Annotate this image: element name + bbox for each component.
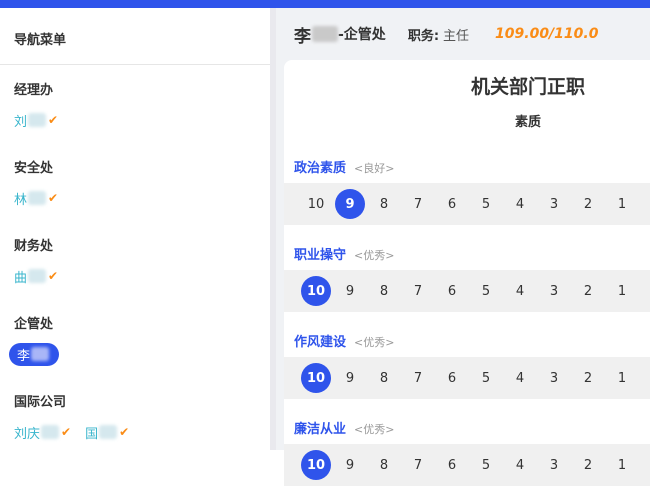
score-option[interactable]: 4 (503, 450, 537, 480)
score-option[interactable]: 3 (537, 450, 571, 480)
card-title: 机关部门正职 (470, 76, 585, 98)
score-option[interactable]: 7 (401, 189, 435, 219)
dept-group: 国际公司 刘庆 ✔ 国 ✔ (0, 391, 270, 443)
score-option[interactable]: 7 (401, 276, 435, 306)
score-option[interactable]: 7 (401, 363, 435, 393)
score-option[interactable]: 2 (571, 276, 605, 306)
redacted-name (41, 425, 60, 439)
criterion-name: 作风建设 (294, 335, 347, 350)
score-option[interactable]: 8 (367, 276, 401, 306)
dept-group: 企管处 李 (0, 313, 270, 366)
criterion-grade: <优秀> (354, 423, 395, 436)
evaluee-dept: -企管处 (338, 27, 386, 43)
total-score: 109.00/110.0 (495, 26, 599, 42)
check-icon: ✔ (48, 113, 59, 127)
score-option[interactable]: 5 (469, 276, 503, 306)
score-option[interactable]: 10 (299, 189, 333, 219)
role-value: 主任 (443, 28, 470, 44)
score-option[interactable]: 2 (571, 189, 605, 219)
score-option[interactable]: 6 (435, 450, 469, 480)
score-scale: 10 9 8 7 6 5 4 3 2 1 (284, 444, 650, 486)
dept-label: 安全处 (14, 161, 54, 176)
evaluation-card: 机关部门正职 素质 政治素质 <良好> 10 9 8 7 6 5 4 3 2 1 职业操守 <优秀> 10 9… (284, 60, 650, 486)
criterion-name: 职业操守 (294, 248, 347, 263)
score-option[interactable]: 8 (367, 363, 401, 393)
score-option[interactable]: 4 (503, 276, 537, 306)
check-icon: ✔ (48, 191, 59, 205)
dept-group: 安全处 林 ✔ (0, 157, 270, 209)
evaluee-name: 李 (294, 22, 338, 47)
score-option[interactable]: 1 (605, 276, 639, 306)
score-option[interactable]: 1 (605, 450, 639, 480)
card-subtitle: 素质 (514, 115, 541, 130)
evaluee-header: 李 -企管处 职务: 主任 109.00/110.0 (276, 8, 650, 60)
role-label: 职务: (407, 28, 440, 44)
score-option[interactable]: 1 (605, 189, 639, 219)
person-link[interactable]: 林 ✔ (14, 189, 58, 208)
redacted-name (99, 425, 118, 439)
dept-label: 国际公司 (14, 395, 67, 410)
score-option[interactable]: 2 (571, 363, 605, 393)
score-scale: 10 9 8 7 6 5 4 3 2 1 (284, 183, 650, 225)
score-option-selected[interactable]: 10 (301, 363, 331, 393)
score-option[interactable]: 6 (435, 276, 469, 306)
main-panel: 李 -企管处 职务: 主任 109.00/110.0 机关部门正职 素质 政治素… (276, 8, 650, 486)
score-scale: 10 9 8 7 6 5 4 3 2 1 (284, 270, 650, 312)
criterion-row: 廉洁从业 <优秀> 10 9 8 7 6 5 4 3 2 1 (284, 418, 650, 486)
score-option[interactable]: 4 (503, 189, 537, 219)
dept-label: 经理办 (14, 83, 54, 98)
criterion-name: 廉洁从业 (294, 422, 347, 437)
score-option[interactable]: 5 (469, 450, 503, 480)
score-option[interactable]: 5 (469, 189, 503, 219)
dept-group: 财务处 曲 ✔ (0, 235, 270, 287)
sidebar-title: 导航菜单 (0, 8, 270, 65)
criterion-grade: <优秀> (354, 249, 395, 262)
criterion-row: 政治素质 <良好> 10 9 8 7 6 5 4 3 2 1 (284, 157, 650, 225)
redacted-name (28, 269, 47, 283)
score-option-selected[interactable]: 10 (301, 450, 331, 480)
score-option[interactable]: 3 (537, 363, 571, 393)
person-link-active[interactable]: 李 (9, 342, 60, 366)
person-link[interactable]: 曲 ✔ (14, 267, 58, 286)
score-option[interactable]: 8 (367, 450, 401, 480)
score-option-selected[interactable]: 9 (335, 189, 365, 219)
dept-label: 财务处 (14, 239, 54, 254)
score-option[interactable]: 4 (503, 363, 537, 393)
score-option[interactable]: 3 (537, 276, 571, 306)
person-link[interactable]: 刘 ✔ (14, 111, 58, 130)
score-option[interactable]: 9 (333, 450, 367, 480)
score-option[interactable]: 1 (605, 363, 639, 393)
criterion-name: 政治素质 (294, 161, 347, 176)
score-scale: 10 9 8 7 6 5 4 3 2 1 (284, 357, 650, 399)
score-option[interactable]: 5 (469, 363, 503, 393)
score-option[interactable]: 9 (333, 276, 367, 306)
dept-group: 经理办 刘 ✔ (0, 79, 270, 131)
score-option[interactable]: 8 (367, 189, 401, 219)
score-option[interactable]: 9 (333, 363, 367, 393)
criterion-row: 职业操守 <优秀> 10 9 8 7 6 5 4 3 2 1 (284, 244, 650, 312)
top-accent-bar (0, 0, 650, 8)
score-option[interactable]: 6 (435, 189, 469, 219)
redacted-name (28, 191, 47, 205)
dept-label: 企管处 (14, 317, 54, 332)
check-icon: ✔ (48, 269, 59, 283)
person-link[interactable]: 国 ✔ (85, 423, 129, 442)
redacted-name (28, 113, 47, 127)
criterion-row: 作风建设 <优秀> 10 9 8 7 6 5 4 3 2 1 (284, 331, 650, 399)
redacted-name (312, 26, 338, 42)
score-option[interactable]: 2 (571, 450, 605, 480)
score-option[interactable]: 7 (401, 450, 435, 480)
check-icon: ✔ (61, 425, 72, 439)
person-link[interactable]: 刘庆 ✔ (14, 423, 71, 442)
criterion-grade: <良好> (354, 162, 395, 175)
check-icon: ✔ (119, 425, 130, 439)
redacted-name (31, 347, 50, 361)
score-option[interactable]: 3 (537, 189, 571, 219)
sidebar: 导航菜单 经理办 刘 ✔ 安全处 林 ✔ 财务处 曲 ✔ 企管处 李 国际公司 … (0, 8, 270, 450)
score-option-selected[interactable]: 10 (301, 276, 331, 306)
score-option[interactable]: 6 (435, 363, 469, 393)
criterion-grade: <优秀> (354, 336, 395, 349)
